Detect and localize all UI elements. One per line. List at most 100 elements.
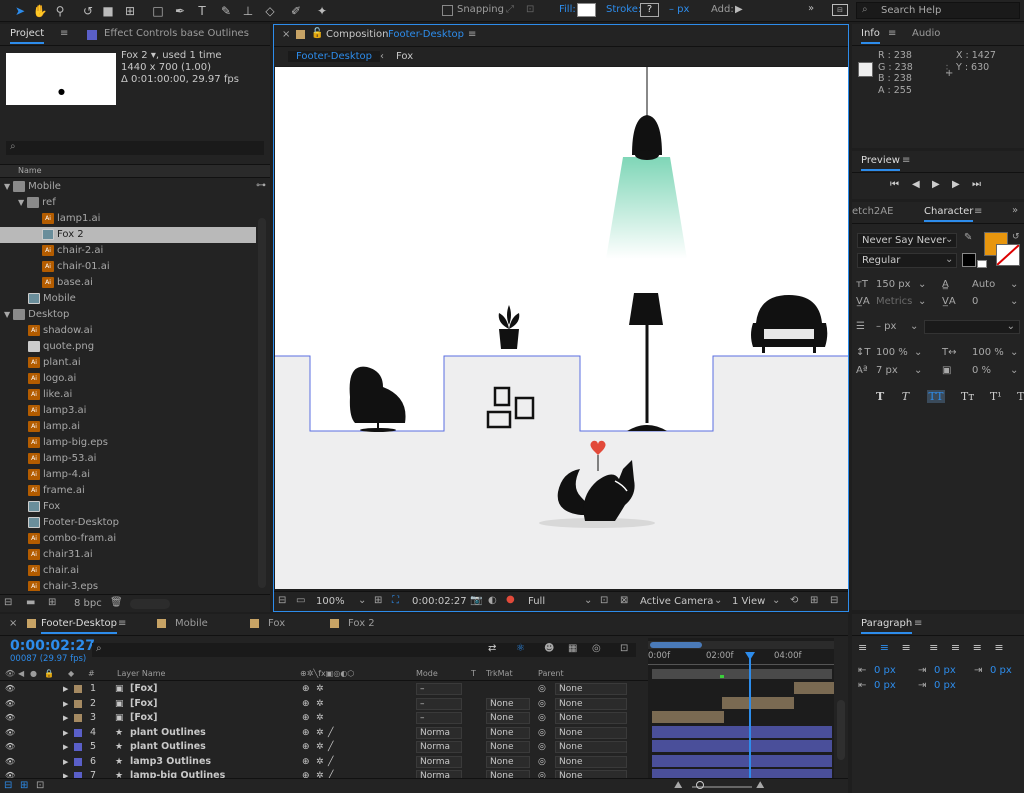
layer-duration-bar[interactable] xyxy=(652,711,724,723)
font-style-dropdown[interactable]: Regular xyxy=(857,253,957,268)
indent-right-value[interactable]: 0 px xyxy=(990,665,1012,676)
tab-preview[interactable]: Preview xyxy=(861,155,900,171)
collapse-switch-icon[interactable]: ✲ xyxy=(316,711,324,725)
tab-timeline-footer-desktop[interactable]: Footer-Desktop xyxy=(41,618,118,634)
layer-label-color[interactable] xyxy=(74,743,82,751)
add-menu-icon[interactable]: ▶ xyxy=(735,4,743,15)
blend-mode-dropdown[interactable]: – xyxy=(416,712,462,724)
lock-icon[interactable]: 🔓 xyxy=(311,28,323,39)
pen-tool-icon[interactable]: ✒ xyxy=(172,3,188,19)
info-menu-icon[interactable]: ≡ xyxy=(888,28,896,39)
fast-preview-icon[interactable]: ⊡ xyxy=(600,595,608,606)
subscript-button[interactable]: T₁ xyxy=(1017,390,1024,403)
snapshot-icon[interactable]: 📷 xyxy=(470,595,482,606)
zoom-in-icon[interactable]: ⛰ xyxy=(756,780,764,791)
small-caps-button[interactable]: Tᴛ xyxy=(961,390,974,403)
layer-switches-icon[interactable]: ⊞ xyxy=(20,780,28,791)
shy-switch-icon[interactable]: ⊕ xyxy=(302,740,310,754)
project-scrollbar[interactable] xyxy=(258,218,266,588)
workspace-icon[interactable]: ⊟ xyxy=(832,4,848,16)
snapping-checkbox[interactable] xyxy=(442,5,453,16)
pickwhip-icon[interactable]: ◎ xyxy=(538,697,546,711)
quality-switch-icon[interactable]: ╱ xyxy=(328,740,333,754)
layer-row[interactable]: 👁 ▶ 4 ★ plant Outlines ⊕ ✲ ╱ Norma None ◎ None xyxy=(0,726,648,740)
pickwhip-icon[interactable]: ◎ xyxy=(538,682,546,696)
layer-duration-bar[interactable] xyxy=(722,696,794,709)
timeline-toggle-icon[interactable]: ⊟ xyxy=(830,595,838,606)
project-item[interactable]: ▼ ref xyxy=(0,195,256,211)
project-item[interactable]: Ai lamp-53.ai xyxy=(0,451,256,467)
col-mode[interactable]: Mode xyxy=(416,669,438,678)
pan-behind-tool-icon[interactable]: ⊞ xyxy=(122,3,138,19)
layer-name[interactable]: lamp3 Outlines xyxy=(130,755,211,769)
stroke-width-chevron-icon[interactable]: ⌄ xyxy=(910,321,918,332)
fill-swatch[interactable] xyxy=(577,3,596,17)
tab-project[interactable]: Project xyxy=(10,28,45,44)
project-item[interactable]: Ai lamp1.ai xyxy=(0,211,256,227)
faux-italic-button[interactable]: T xyxy=(902,390,909,403)
project-item[interactable]: Ai logo.ai xyxy=(0,371,256,387)
project-item[interactable]: Ai chair-3.eps xyxy=(0,579,256,591)
project-item[interactable]: ▼ Desktop xyxy=(0,307,256,323)
project-item[interactable]: Mobile xyxy=(0,291,256,307)
camera-chevron-icon[interactable]: ⌄ xyxy=(714,595,722,606)
faux-bold-button[interactable]: T xyxy=(876,390,884,403)
tab-timeline-fox-2[interactable]: Fox 2 xyxy=(348,618,375,629)
kerning-value[interactable]: Metrics xyxy=(876,296,912,307)
justify-right-button[interactable]: ≡ xyxy=(973,641,982,654)
layer-row[interactable]: 👁 ▶ 3 ▣ [Fox] ⊕ ✲ – None ◎ None xyxy=(0,711,648,725)
baseline-chevron-icon[interactable]: ⌄ xyxy=(914,365,922,376)
layer-row[interactable]: 👁 ▶ 1 ▣ [Fox] ⊕ ✲ – ◎ None xyxy=(0,682,648,696)
project-item[interactable]: Footer-Desktop xyxy=(0,515,256,531)
visibility-eye-icon[interactable]: 👁 xyxy=(5,740,15,754)
layer-row[interactable]: 👁 ▶ 6 ★ lamp3 Outlines ⊕ ✲ ╱ Norma None ◎ None xyxy=(0,755,648,769)
layer-duration-bar[interactable] xyxy=(652,754,832,767)
comp-viewer[interactable] xyxy=(275,67,848,589)
puppet-pin-tool-icon[interactable]: ✦ xyxy=(314,3,330,19)
black-swatch[interactable] xyxy=(962,253,976,267)
new-folder-icon[interactable]: ▬ xyxy=(26,597,35,608)
zoom-dropdown[interactable]: 100% xyxy=(316,596,345,607)
project-item[interactable]: Ai chair31.ai xyxy=(0,547,256,563)
hand-tool-icon[interactable]: ✋ xyxy=(32,3,48,19)
prev-frame-icon[interactable]: ◀︎ xyxy=(912,179,920,190)
pickwhip-icon[interactable]: ◎ xyxy=(538,740,546,754)
project-item[interactable]: Fox 2 xyxy=(0,227,256,243)
character-menu-icon[interactable]: ≡ xyxy=(974,206,982,217)
project-item[interactable]: Ai plant.ai xyxy=(0,355,256,371)
leading-value[interactable]: Auto xyxy=(972,279,995,290)
parent-dropdown[interactable]: None xyxy=(555,755,627,768)
play-icon[interactable]: ▶︎ xyxy=(932,179,940,190)
time-ruler[interactable] xyxy=(648,664,834,668)
trkmat-dropdown[interactable]: None xyxy=(486,712,530,724)
reset-exposure-icon[interactable]: ⟲ xyxy=(790,595,798,606)
stroke-swatch[interactable]: ? xyxy=(640,3,659,17)
font-family-dropdown[interactable]: Never Say Never xyxy=(857,233,957,248)
space-after-value[interactable]: 0 px xyxy=(934,680,956,691)
shy-icon[interactable]: ☻ xyxy=(544,643,554,654)
pickwhip-icon[interactable]: ◎ xyxy=(538,755,546,769)
blend-mode-dropdown[interactable]: – xyxy=(416,697,462,710)
first-frame-icon[interactable]: ⏮ xyxy=(890,179,899,190)
visibility-eye-icon[interactable]: 👁 xyxy=(5,711,15,725)
zoom-slider-handle[interactable] xyxy=(696,781,704,789)
shy-switch-icon[interactable]: ⊕ xyxy=(302,682,310,696)
interpret-footage-icon[interactable]: ⊟ xyxy=(4,597,12,608)
last-frame-icon[interactable]: ⏭ xyxy=(972,179,981,190)
layer-twirl-icon[interactable]: ▶ xyxy=(63,697,68,711)
visibility-eye-icon[interactable]: 👁 xyxy=(5,726,15,740)
timeline-menu-icon[interactable]: ≡ xyxy=(118,618,126,629)
layer-duration-bar[interactable] xyxy=(794,682,834,694)
project-menu-icon[interactable]: ≡ xyxy=(60,28,68,39)
layer-label-color[interactable] xyxy=(74,699,82,708)
tab-timeline-fox[interactable]: Fox xyxy=(268,618,285,629)
col-layer-name[interactable]: Layer Name xyxy=(117,669,165,678)
preview-menu-icon[interactable]: ≡ xyxy=(902,155,910,166)
tab-timeline-mobile[interactable]: Mobile xyxy=(175,618,208,629)
motion-blur-icon[interactable]: ◎ xyxy=(592,643,601,654)
work-area-bar[interactable] xyxy=(648,641,834,649)
superscript-button[interactable]: T¹ xyxy=(990,390,1002,403)
visibility-eye-icon[interactable]: 👁 xyxy=(5,682,15,696)
show-snapshot-icon[interactable]: ◐ xyxy=(488,595,497,606)
layer-label-color[interactable] xyxy=(74,714,82,722)
